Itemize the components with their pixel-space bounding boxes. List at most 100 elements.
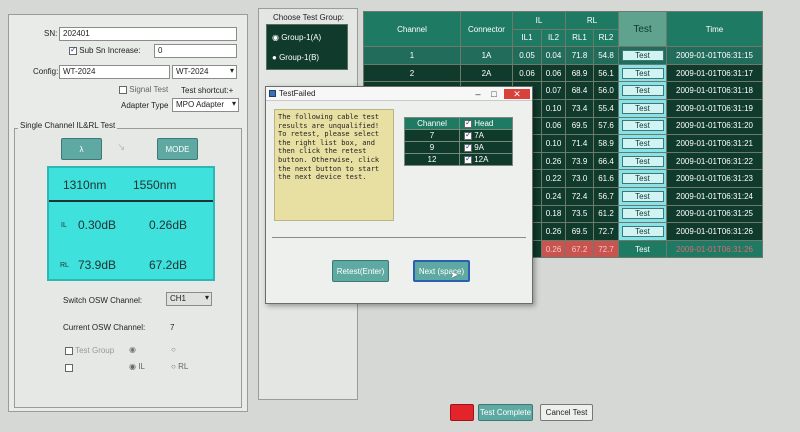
cell-il2: 0.07 <box>541 81 566 100</box>
row-test-button[interactable]: Test <box>621 85 664 97</box>
row-test-button[interactable]: Test <box>621 102 664 114</box>
cell-rl1: 73.9 <box>565 151 594 171</box>
table-row[interactable]: 2 2A 0.06 0.06 68.9 56.1 Test 2009-01-01T06:31:… <box>363 63 763 83</box>
list-item[interactable]: 7 7A <box>404 129 513 142</box>
head-select-all-checkbox[interactable] <box>464 118 472 128</box>
measurement-readout: 1310nm 1550nm IL 0.30dB 0.26dB RL 73.9dB… <box>47 166 215 281</box>
group-item-1-label: Group-1(A) <box>281 33 322 42</box>
cell-connector: 1A <box>460 46 513 65</box>
failed-head-cell[interactable]: 12A <box>459 153 513 166</box>
cell-time: 2009-01-01T06:31:25 <box>666 204 763 224</box>
row-test-button[interactable]: Test <box>621 208 664 220</box>
arrow-icon: ↘ <box>117 142 126 153</box>
radio-a-icon[interactable]: ◉ <box>129 345 136 354</box>
dialog-message: The following cable test results are unq… <box>274 109 394 221</box>
lambda-button[interactable]: λ <box>61 138 102 160</box>
cell-il2: 0.26 <box>541 151 566 171</box>
test-group-checkbox[interactable] <box>65 346 73 355</box>
row-test-button[interactable]: Test <box>621 137 664 149</box>
row-test-button[interactable]: Test <box>621 190 664 202</box>
cell-il1: 0.05 <box>512 46 542 65</box>
failed-head-cell[interactable]: 7A <box>459 129 513 142</box>
cell-rl1: 73.4 <box>565 98 594 118</box>
row-test-button[interactable]: Test <box>621 225 664 237</box>
cell-connector: 2A <box>460 63 513 83</box>
next-button[interactable]: Next (space) <box>413 260 470 282</box>
stop-button[interactable] <box>450 404 474 421</box>
retest-button[interactable]: Retest(Enter) <box>332 260 389 282</box>
cell-il2: 0.04 <box>541 46 566 65</box>
il-value-2: 0.26dB <box>149 218 188 232</box>
failed-channel-list[interactable]: Channel Head 7 7A 9 9A 12 12A <box>404 117 513 166</box>
cell-rl2: 58.9 <box>593 134 619 153</box>
il-radio[interactable]: ◉ IL <box>129 362 145 371</box>
cell-test: Test <box>618 98 667 118</box>
cell-rl2: 72.7 <box>593 222 619 241</box>
rl1-header: RL1 <box>565 28 594 48</box>
cancel-test-button[interactable]: Cancel Test <box>540 404 593 421</box>
failed-channel: 7 <box>404 129 460 142</box>
cell-time: 2009-01-01T06:31:26 <box>666 239 763 259</box>
cell-test: Test <box>618 222 667 241</box>
cell-rl1: 67.2 <box>565 239 594 259</box>
row-test-button[interactable]: Test <box>621 120 664 132</box>
maximize-icon[interactable]: □ <box>487 89 501 99</box>
cell-rl2: 66.4 <box>593 151 619 171</box>
extra-checkbox-row[interactable] <box>65 363 73 372</box>
single-channel-label: Single Channel IL&RL Test <box>18 121 118 130</box>
cell-il2: 0.10 <box>541 134 566 153</box>
head-checkbox[interactable] <box>464 154 472 164</box>
adapter-type-select[interactable]: MPO Adapter <box>172 98 239 112</box>
config-input[interactable]: WT-2024 <box>59 65 170 79</box>
group-item-2[interactable]: ● Group-1(B) <box>272 53 319 62</box>
rl-header: RL <box>565 11 619 30</box>
cell-time: 2009-01-01T06:31:19 <box>666 98 763 118</box>
table-row[interactable]: 1 1A 0.05 0.04 71.8 54.8 Test 2009-01-01T06:31:… <box>363 46 763 65</box>
sub-sn-input[interactable]: 0 <box>154 44 237 58</box>
list-item[interactable]: 12 12A <box>404 153 513 166</box>
config-select[interactable]: WT-2024 <box>172 65 237 79</box>
test-group-row[interactable]: Test Group <box>65 346 114 355</box>
test-shortcut-label: Test shortcut:+ <box>181 86 234 95</box>
cell-time: 2009-01-01T06:31:23 <box>666 169 763 188</box>
row-test-button[interactable]: Test <box>622 245 664 254</box>
cell-test: Test <box>618 134 667 153</box>
cell-test: Test <box>618 239 667 259</box>
row-test-button[interactable]: Test <box>621 155 664 167</box>
group-item-1[interactable]: ◉ Group-1(A) <box>272 33 321 42</box>
failed-head-cell[interactable]: 9A <box>459 141 513 154</box>
signal-test-checkbox[interactable] <box>119 85 127 94</box>
mode-button[interactable]: MODE <box>157 138 198 160</box>
cell-il2: 0.24 <box>541 186 566 206</box>
failed-head-header[interactable]: Head <box>459 117 513 130</box>
failed-head: 9A <box>474 143 485 152</box>
cell-time: 2009-01-01T06:31:15 <box>666 46 763 65</box>
head-checkbox[interactable] <box>464 142 472 152</box>
signal-test-row[interactable]: Signal Test <box>119 85 168 94</box>
row-test-button[interactable]: Test <box>621 49 664 61</box>
radio-b-icon[interactable]: ○ <box>171 345 176 354</box>
close-icon[interactable]: ✕ <box>504 89 530 99</box>
test-complete-button[interactable]: Test Complete <box>478 404 533 421</box>
head-checkbox[interactable] <box>464 130 472 140</box>
cell-rl1: 72.4 <box>565 186 594 206</box>
cell-rl2: 57.6 <box>593 116 619 136</box>
rl-radio[interactable]: ○ RL <box>171 362 188 371</box>
switch-osw-select[interactable]: CH1 <box>166 292 212 306</box>
cell-il1: 0.06 <box>512 63 542 83</box>
cell-time: 2009-01-01T06:31:18 <box>666 81 763 100</box>
sub-sn-checkbox[interactable] <box>69 45 77 55</box>
sn-input[interactable]: 202401 <box>59 27 237 41</box>
row-test-button[interactable]: Test <box>621 173 664 185</box>
test-header: Test <box>618 10 667 48</box>
test-failed-dialog: TestFailed – □ ✕ The following cable tes… <box>265 86 533 304</box>
wavelength-1: 1310nm <box>63 178 107 192</box>
minimize-icon[interactable]: – <box>471 89 485 99</box>
sub-sn-checkbox-row[interactable]: Sub Sn Increase: <box>69 45 141 55</box>
adapter-type-label: Adapter Type <box>121 101 169 110</box>
extra-checkbox[interactable] <box>65 363 73 372</box>
row-test-button[interactable]: Test <box>621 67 664 79</box>
list-item[interactable]: 9 9A <box>404 141 513 154</box>
config-label: Config: <box>33 67 59 76</box>
il-row-label: IL <box>61 222 67 229</box>
